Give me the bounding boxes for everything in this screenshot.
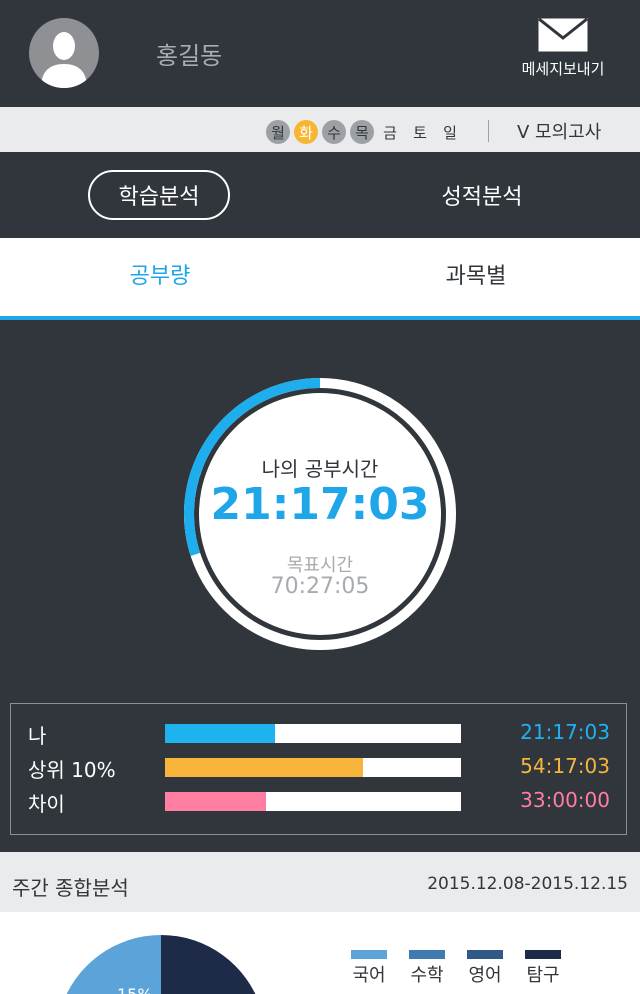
compare-value: 33:00:00 [520, 788, 610, 812]
tab-grade-analysis[interactable]: 성적분석 [402, 170, 562, 220]
subtab-study-amount[interactable]: 공부량 [90, 258, 230, 290]
compare-label: 상위 10% [28, 758, 116, 782]
legend-swatch [351, 950, 387, 959]
compare-bar-fill [165, 792, 266, 811]
weekly-subject-pie: 15% [66, 935, 256, 994]
legend-label: 국어 [352, 965, 386, 986]
weekday-0[interactable]: 월 [266, 120, 290, 144]
compare-bar-track [165, 758, 461, 777]
legend-item: 수학 [398, 950, 456, 987]
avatar[interactable] [29, 18, 99, 88]
user-silhouette-icon [41, 32, 87, 88]
weekday-4[interactable]: 금 [378, 120, 402, 144]
mock-exam-link[interactable]: V 모의고사 [517, 118, 601, 144]
compare-label: 차이 [28, 792, 65, 816]
weekday-list: 월화수목금토일 [266, 119, 468, 145]
send-message-button[interactable]: 메세지보내기 [508, 18, 618, 90]
compare-bar-fill [165, 758, 364, 777]
weekday-5[interactable]: 토 [408, 120, 432, 144]
weekday-6[interactable]: 일 [438, 120, 462, 144]
legend-label: 탐구 [526, 965, 560, 986]
pie-slice-inquiry [161, 935, 256, 994]
compare-bar-fill [165, 724, 275, 743]
legend-swatch [467, 950, 503, 959]
weekday-3[interactable]: 목 [350, 120, 374, 144]
legend-item: 국어 [340, 950, 398, 987]
send-message-label: 메세지보내기 [521, 60, 605, 78]
weekday-2[interactable]: 수 [322, 120, 346, 144]
study-time-title: 나의 공부시간 [261, 457, 379, 481]
study-time-value: 21:17:03 [210, 479, 430, 530]
compare-value: 54:17:03 [520, 754, 610, 778]
legend-swatch [409, 950, 445, 959]
compare-bar-track [165, 792, 461, 811]
pie-percent-label: 15% [117, 985, 153, 994]
weekly-date-range: 2015.12.08-2015.12.15 [427, 874, 628, 894]
legend-swatch [525, 950, 561, 959]
envelope-icon [538, 18, 588, 52]
user-name: 홍길동 [156, 42, 223, 70]
legend-label: 영어 [468, 965, 502, 986]
weekday-1[interactable]: 화 [294, 120, 318, 144]
compare-label: 나 [28, 724, 47, 748]
weekly-summary-title: 주간 종합분석 [12, 876, 129, 900]
compare-value: 21:17:03 [520, 720, 610, 744]
tab-study-analysis[interactable]: 학습분석 [88, 170, 230, 220]
subtab-by-subject[interactable]: 과목별 [406, 258, 546, 290]
legend-item: 영어 [456, 950, 514, 987]
legend-label: 수학 [410, 965, 444, 986]
divider [488, 120, 489, 142]
legend-item: 탐구 [514, 950, 572, 987]
goal-time-value: 70:27:05 [270, 574, 370, 599]
compare-bar-track [165, 724, 461, 743]
pie-legend: 국어 수학 영어 탐구 [340, 950, 572, 987]
